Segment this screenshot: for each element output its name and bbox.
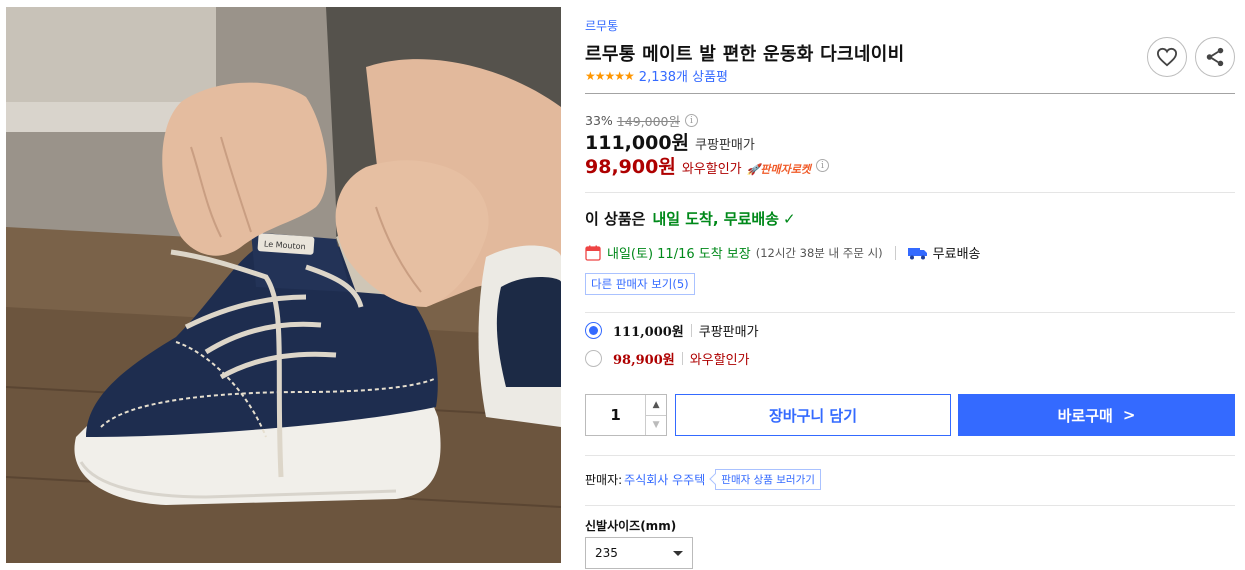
wow-price-row: 98,900원 와우할인가 🚀판매자로켓 i [585,152,829,179]
price-option-radio[interactable] [585,350,602,367]
separator [894,245,896,260]
seller-row: 판매자: 주식회사 우주텍 판매자 상품 보러가기 [585,469,821,490]
price-option-coupang[interactable]: 111,000원 쿠팡판매가 [585,321,759,340]
delivery-date: 내일(토) 11/16 도착 보장 [607,247,751,262]
other-sellers-button[interactable]: 다른 판매자 보기(5) [585,273,695,295]
buy-now-label: 바로구매 [1057,406,1113,425]
sale-price-label: 쿠팡판매가 [695,138,755,153]
sale-price-row: 111,000원 쿠팡판매가 [585,128,755,155]
delivery-headline-highlight: 내일 도착, 무료배송 [652,210,779,228]
chevron-down-icon[interactable]: ▼ [646,414,666,436]
quantity-input[interactable]: 1 [586,395,645,435]
caret-down-icon [673,550,683,556]
delivery-headline-prefix: 이 상품은 [585,210,646,228]
share-icon [1206,47,1224,67]
wow-price: 98,900원 [585,156,676,178]
divider [585,192,1235,193]
product-photo-illustration: Le Mouton [6,7,561,563]
info-icon[interactable]: i [685,114,698,127]
price-option-wow[interactable]: 98,900원 와우할인가 [585,349,750,368]
option-price: 111,000원 [613,325,684,340]
option-price: 98,900원 [613,353,675,368]
quantity-arrows: ▲ ▼ [645,395,666,435]
seller-prefix: 판매자: [585,473,623,487]
chevron-right-icon: > [1122,406,1136,424]
quantity-stepper[interactable]: 1 ▲ ▼ [585,394,667,436]
sale-price: 111,000원 [585,132,690,154]
chevron-up-icon[interactable]: ▲ [646,395,666,415]
delivery-headline: 이 상품은 내일 도착, 무료배송 ✓ [585,208,796,229]
brand-link[interactable]: 르무통 [585,17,618,34]
option-label: 와우할인가 [689,353,750,368]
separator [690,324,692,337]
rating-stars-icon: ★★★★★ [585,68,635,83]
product-image[interactable]: Le Mouton [6,7,561,563]
size-option-label: 신발사이즈(mm) [585,519,677,533]
check-icon: ✓ [782,209,796,228]
share-button[interactable] [1195,37,1235,77]
rocket-badge: 🚀판매자로켓 [747,161,811,177]
seller-name-link[interactable]: 주식회사 우주텍 [624,471,705,488]
add-to-cart-button[interactable]: 장바구니 담기 [675,394,951,436]
price-option-radio-selected[interactable] [585,322,602,339]
size-selected-value: 235 [595,546,618,560]
product-detail-panel: 르무통 르무통 메이트 발 편한 운동화 다크네이비 ★★★★★ 2,138개 … [585,0,1235,570]
option-label: 쿠팡판매가 [698,325,759,340]
wishlist-button[interactable] [1147,37,1187,77]
calendar-icon [585,245,601,261]
rocket-icon: 🚀 [746,163,761,176]
info-icon[interactable]: i [815,159,829,172]
heart-icon [1156,47,1178,67]
truck-icon [907,247,927,259]
wow-price-label: 와우할인가 [681,162,742,177]
divider [585,505,1235,506]
delivery-cutoff-note: (12시간 38분 내 주문 시) [755,245,883,260]
divider [585,312,1235,313]
free-shipping-label: 무료배송 [932,247,981,262]
seller-products-button[interactable]: 판매자 상품 보러가기 [715,469,821,490]
product-title: 르무통 메이트 발 편한 운동화 다크네이비 [585,44,905,65]
discount-rate: 33% [585,113,613,128]
rocket-badge-label: 판매자로켓 [760,163,811,176]
rating-row[interactable]: ★★★★★ 2,138개 상품평 [585,66,728,86]
size-select[interactable]: 235 [585,537,693,569]
review-count-link[interactable]: 2,138개 상품평 [639,66,728,85]
buy-now-button[interactable]: 바로구매 > [958,394,1235,436]
divider [585,93,1235,94]
divider [585,455,1235,456]
separator [681,352,683,365]
delivery-info-row: 내일(토) 11/16 도착 보장 (12시간 38분 내 주문 시) 무료배송 [585,243,981,262]
